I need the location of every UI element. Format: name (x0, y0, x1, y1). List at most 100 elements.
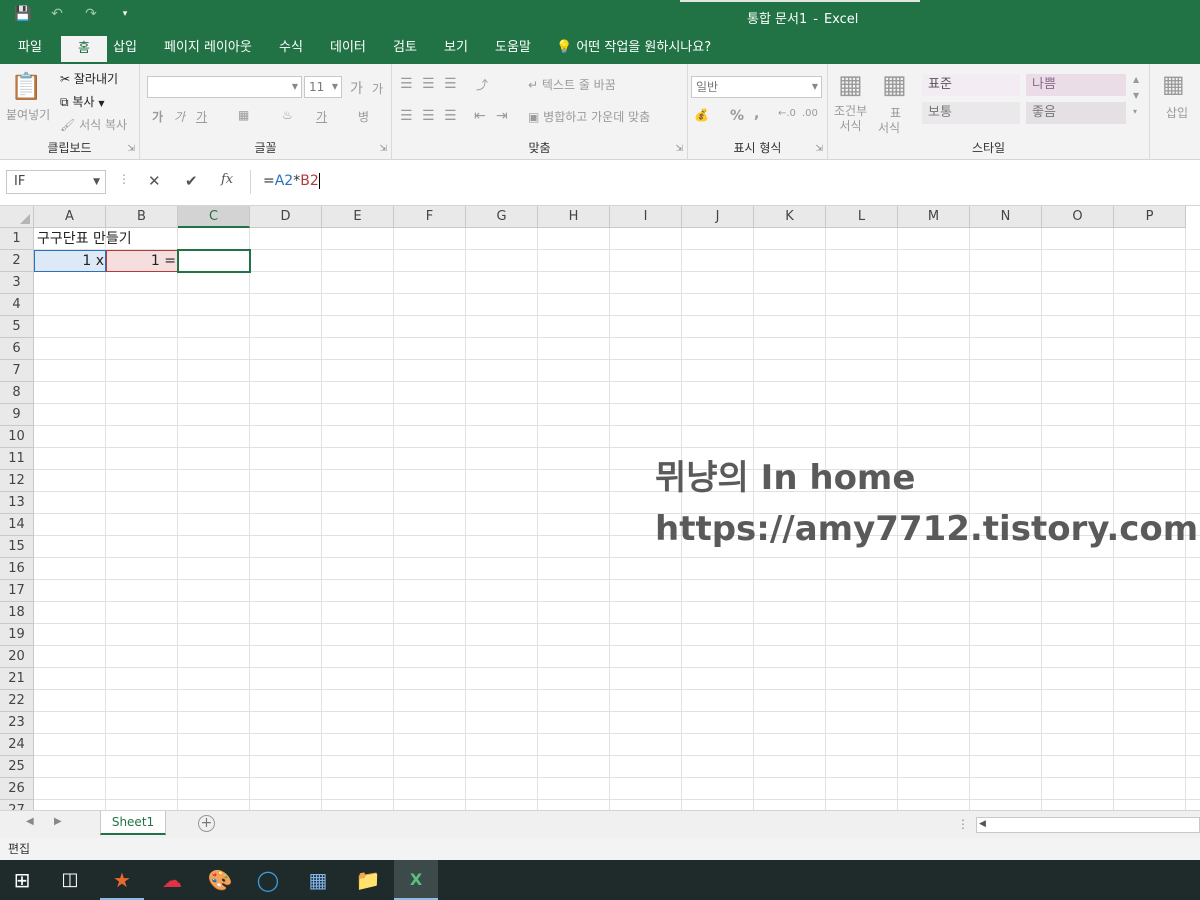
align-top-icon[interactable]: ☰ (400, 76, 413, 92)
number-format-box[interactable]: 일반 ▼ (691, 76, 822, 98)
column-header-g[interactable]: G (466, 206, 538, 228)
row-header-26[interactable]: 26 (0, 778, 34, 800)
insert-cells-button[interactable]: 삽입 (1166, 104, 1188, 121)
align-middle-icon[interactable]: ☰ (422, 76, 435, 92)
copy-button[interactable]: ⧉ 복사 ▼ (60, 93, 104, 110)
row-header-6[interactable]: 6 (0, 338, 34, 360)
tab-data[interactable]: 데이터 (328, 32, 368, 64)
column-header-o[interactable]: O (1042, 206, 1114, 228)
orientation-icon[interactable]: ⤴ (476, 76, 488, 93)
formula-input[interactable]: =A2*B2 (250, 170, 1198, 194)
column-header-e[interactable]: E (322, 206, 394, 228)
redo-icon[interactable]: ↷ (80, 6, 102, 22)
decrease-decimal-icon[interactable]: .00 (802, 108, 818, 119)
shrink-font-button[interactable]: 가 (372, 80, 383, 97)
edge-icon[interactable]: ◯ (246, 860, 290, 900)
phonetic-icon[interactable]: 병 (358, 108, 369, 125)
style-good[interactable]: 좋음 (1026, 102, 1126, 124)
tab-formulas[interactable]: 수식 (277, 32, 305, 64)
horizontal-scrollbar[interactable]: ◀ (976, 817, 1200, 833)
cell-a1[interactable]: 구구단표 만들기 (37, 228, 132, 250)
excel-icon[interactable]: X (394, 860, 438, 900)
windows-start-icon[interactable]: ⊞ (0, 860, 44, 900)
wrap-text-button[interactable]: ↵ 텍스트 줄 바꿈 (528, 76, 616, 93)
clipboard-launcher-icon[interactable]: ⇲ (127, 144, 135, 154)
row-header-1[interactable]: 1 (0, 228, 34, 250)
file-explorer-icon[interactable]: 📁 (346, 860, 390, 900)
insert-function-icon[interactable]: fx (221, 172, 233, 187)
row-header-2[interactable]: 2 (0, 250, 34, 272)
sheet-tab-sheet1[interactable]: Sheet1 (100, 811, 166, 835)
row-header-22[interactable]: 22 (0, 690, 34, 712)
conditional-format-icon[interactable]: ▦ (838, 70, 863, 100)
paste-button[interactable]: 붙여넣기 (6, 106, 50, 123)
column-header-b[interactable]: B (106, 206, 178, 228)
comma-button[interactable]: , (754, 106, 759, 122)
paint-icon[interactable]: 🎨 (198, 860, 242, 900)
row-header-5[interactable]: 5 (0, 316, 34, 338)
tab-insert[interactable]: 삽입 (111, 32, 139, 64)
cut-button[interactable]: ✂ 잘라내기 (60, 70, 118, 87)
name-box[interactable]: IF ▼ (6, 170, 106, 194)
tab-page-layout[interactable]: 페이지 레이아웃 (162, 32, 254, 64)
row-header-16[interactable]: 16 (0, 558, 34, 580)
undo-icon[interactable]: ↶ (46, 6, 68, 22)
column-header-d[interactable]: D (250, 206, 322, 228)
align-right-icon[interactable]: ☰ (444, 108, 457, 124)
grow-font-button[interactable]: 가 (350, 78, 363, 98)
row-header-10[interactable]: 10 (0, 426, 34, 448)
column-header-f[interactable]: F (394, 206, 466, 228)
fill-color-icon[interactable]: ♨ (282, 108, 293, 122)
app-icon-1[interactable]: ★ (100, 860, 144, 900)
tab-home[interactable]: 홈 (61, 36, 107, 64)
font-name-box[interactable]: ▼ (147, 76, 302, 98)
row-header-3[interactable]: 3 (0, 272, 34, 294)
cell-a2[interactable]: 1 x (34, 250, 104, 272)
row-header-24[interactable]: 24 (0, 734, 34, 756)
align-left-icon[interactable]: ☰ (400, 108, 413, 124)
row-header-4[interactable]: 4 (0, 294, 34, 316)
decrease-indent-icon[interactable]: ⇤ (474, 108, 486, 124)
save-icon[interactable]: 💾 (12, 6, 34, 22)
row-header-13[interactable]: 13 (0, 492, 34, 514)
enter-icon[interactable]: ✔ (185, 172, 198, 190)
font-color-button[interactable]: 가 (316, 108, 327, 125)
column-header-h[interactable]: H (538, 206, 610, 228)
cell-c2[interactable] (180, 250, 248, 272)
increase-indent-icon[interactable]: ⇥ (496, 108, 508, 124)
format-painter-button[interactable]: 🖌 서식 복사 (60, 116, 127, 133)
row-header-12[interactable]: 12 (0, 470, 34, 492)
row-header-23[interactable]: 23 (0, 712, 34, 734)
column-header-p[interactable]: P (1114, 206, 1186, 228)
font-launcher-icon[interactable]: ⇲ (379, 144, 387, 154)
style-normal[interactable]: 표준 (922, 74, 1020, 96)
conditional-format-button[interactable]: 조건부 서식 (834, 104, 867, 134)
style-neutral[interactable]: 보통 (922, 102, 1020, 124)
select-all-button[interactable] (0, 206, 34, 228)
column-header-a[interactable]: A (34, 206, 106, 228)
column-header-j[interactable]: J (682, 206, 754, 228)
row-header-19[interactable]: 19 (0, 624, 34, 646)
tell-me-box[interactable]: 💡 어떤 작업을 원하시나요? (556, 32, 711, 64)
column-header-m[interactable]: M (898, 206, 970, 228)
row-header-9[interactable]: 9 (0, 404, 34, 426)
task-view-icon[interactable]: ◫ (48, 860, 92, 900)
row-header-15[interactable]: 15 (0, 536, 34, 558)
currency-icon[interactable]: 💰 (694, 108, 709, 122)
cell-b2[interactable]: 1 = (106, 250, 176, 272)
borders-icon[interactable]: ▦ (238, 108, 249, 122)
align-bottom-icon[interactable]: ☰ (444, 76, 457, 92)
column-header-k[interactable]: K (754, 206, 826, 228)
percent-button[interactable]: % (730, 108, 744, 124)
add-sheet-icon[interactable]: + (198, 815, 215, 832)
calculator-icon[interactable]: ▦ (296, 860, 340, 900)
column-header-n[interactable]: N (970, 206, 1042, 228)
styles-scroll-icon[interactable]: ▲ ▼ ▾ (1133, 72, 1139, 120)
italic-button[interactable]: 가 (174, 108, 185, 125)
column-header-i[interactable]: I (610, 206, 682, 228)
next-sheet-icon[interactable]: ▶ (54, 816, 62, 827)
increase-decimal-icon[interactable]: ←.0 (778, 108, 796, 119)
tab-file[interactable]: 파일 (16, 32, 44, 64)
column-header-l[interactable]: L (826, 206, 898, 228)
row-header-21[interactable]: 21 (0, 668, 34, 690)
